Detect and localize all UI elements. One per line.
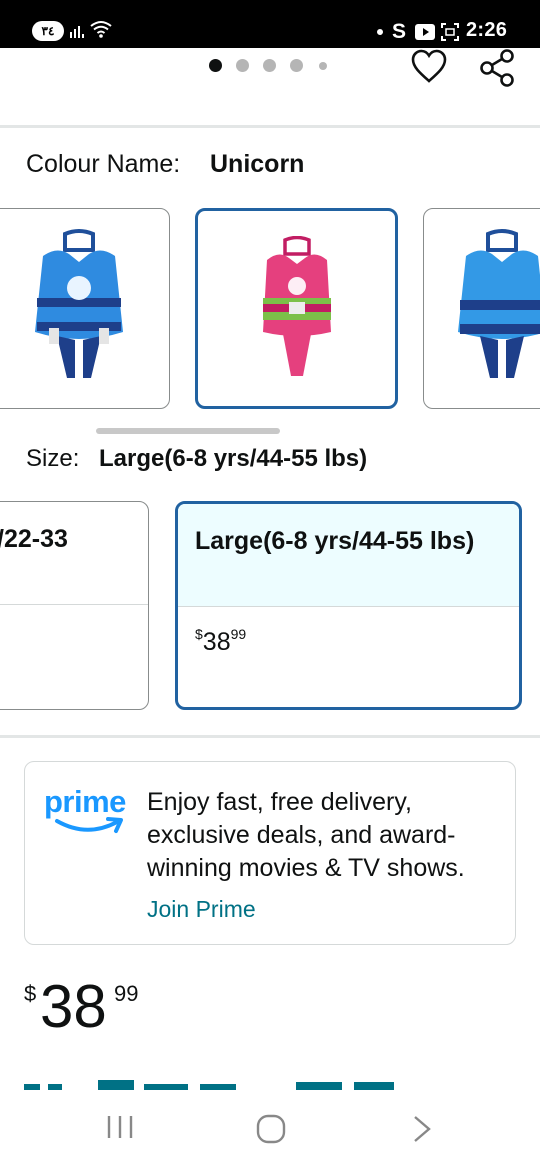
share-icon[interactable] (478, 48, 516, 93)
colour-name-label: Colour Name: (26, 150, 181, 178)
life-vest-unicorn-icon (262, 235, 331, 376)
price-whole: 38 (202, 628, 231, 656)
youtube-icon (415, 24, 435, 45)
page-dot-active[interactable] (209, 59, 222, 72)
prime-logo: prime (44, 784, 144, 842)
sim-badge: ٣٤ (32, 21, 64, 41)
colour-swatch-blue-whale[interactable] (423, 208, 540, 409)
size-option-title: Large(6-8 yrs/44-55 lbs) (195, 527, 475, 555)
back-icon[interactable] (412, 1114, 432, 1149)
prime-logo-text: prime (44, 784, 126, 819)
size-option-card[interactable]: /22-33 (0, 501, 149, 710)
price-currency-symbol: $ (195, 626, 203, 642)
wifi-icon (90, 20, 112, 43)
size-option-large-selected[interactable]: Large(6-8 yrs/44-55 lbs) $3899 (175, 501, 522, 710)
clipped-offer-link[interactable] (24, 1070, 424, 1090)
size-option-header: Large(6-8 yrs/44-55 lbs) (178, 504, 519, 607)
s-app-icon: S (392, 20, 407, 43)
page-dot[interactable] (236, 59, 249, 72)
recent-apps-icon[interactable] (106, 1114, 134, 1145)
signal-icon (70, 22, 86, 43)
section-divider (0, 125, 540, 128)
home-icon[interactable] (256, 1114, 286, 1149)
page-dot[interactable] (319, 62, 327, 70)
prime-promo-text: Enjoy fast, free delivery, exclusive dea… (147, 788, 465, 882)
page-dot[interactable] (263, 59, 276, 72)
swatch-scroll-indicator (96, 428, 280, 434)
life-vest-blue-icon (35, 228, 123, 378)
notification-dot (377, 29, 383, 35)
system-nav-bar (0, 1090, 540, 1170)
status-bar: ٣٤ S 2:26 (0, 0, 540, 48)
screenshot-icon (441, 23, 459, 46)
size-option-title: /22-33 (0, 525, 68, 553)
size-option-header: /22-33 (0, 502, 148, 605)
price-whole: 38 (40, 973, 107, 1040)
heart-outline-icon[interactable] (410, 48, 448, 89)
join-prime-link[interactable]: Join Prime (147, 896, 256, 923)
colour-swatch-unicorn-selected[interactable] (195, 208, 398, 409)
section-divider (0, 735, 540, 738)
page-dot[interactable] (290, 59, 303, 72)
colour-name-value: Unicorn (210, 150, 305, 178)
size-label: Size: (26, 445, 80, 472)
price-fraction: 99 (230, 626, 247, 642)
colour-swatch-blue-shark[interactable] (0, 208, 170, 409)
clipped-text-fragments (24, 1080, 394, 1090)
size-value: Large(6-8 yrs/44-55 lbs) (99, 445, 368, 472)
life-vest-blue-whale-icon (458, 228, 540, 378)
clock: 2:26 (466, 19, 508, 41)
prime-smile-icon (55, 817, 123, 833)
price-currency-symbol: $ (24, 981, 37, 1006)
size-option-price: $3899 (195, 626, 246, 657)
price-fraction: 99 (114, 981, 139, 1006)
prime-promo-box[interactable]: prime Enjoy fast, free delivery, exclusi… (24, 761, 516, 945)
